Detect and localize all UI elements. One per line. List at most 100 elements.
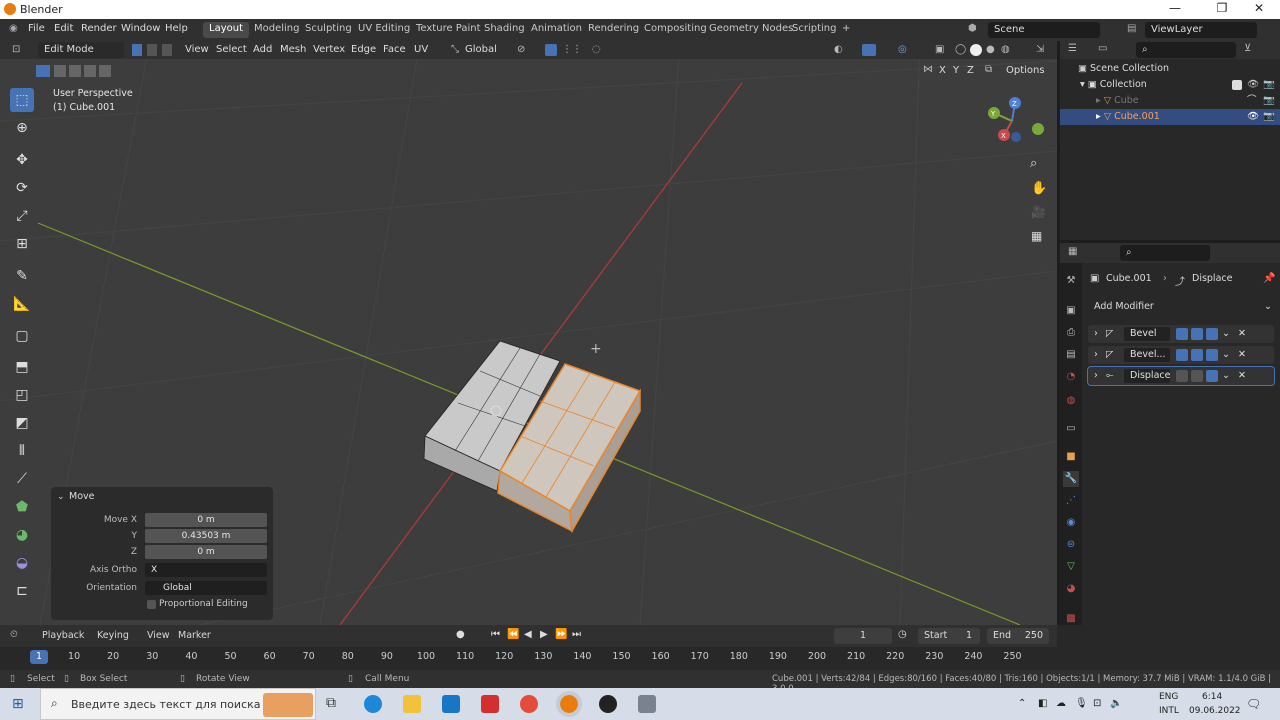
select-mode-new-icon[interactable] — [36, 65, 50, 77]
render-toggle-icon[interactable] — [1206, 328, 1218, 340]
menu-view[interactable]: View — [185, 44, 209, 55]
mirror-x-toggle[interactable]: X — [939, 65, 946, 76]
modifier-bevel-2[interactable]: › ◸ Bevel... ⌄ ✕ — [1088, 346, 1274, 364]
modifier-menu-chevron-icon[interactable]: ⌄ — [1222, 325, 1230, 343]
tab-layout[interactable]: Layout — [203, 22, 249, 38]
menu-edit[interactable]: Edit — [54, 23, 73, 34]
remove-modifier-icon[interactable]: ✕ — [1238, 325, 1246, 343]
view-layer-selector[interactable]: ViewLayer — [1145, 22, 1257, 38]
tool-spin[interactable]: ◕ — [10, 523, 34, 547]
close-button[interactable]: ✕ — [1244, 1, 1274, 15]
menu-window[interactable]: Window — [121, 23, 160, 34]
axis-ortho-dropdown[interactable]: X — [145, 563, 267, 577]
network-icon[interactable]: ⊡ — [1093, 698, 1101, 709]
maximize-button[interactable]: ❐ — [1207, 1, 1237, 15]
snap-icon[interactable] — [545, 44, 557, 56]
modifier-name-field[interactable]: Bevel — [1124, 327, 1170, 341]
chrome-icon[interactable] — [520, 695, 538, 713]
modifier-name-field[interactable]: Displace — [1124, 369, 1170, 383]
edge-select-icon[interactable] — [147, 44, 157, 56]
xray-icon[interactable]: ▣ — [935, 44, 944, 55]
collection-checkbox[interactable] — [1232, 80, 1242, 90]
perspective-grid-icon[interactable]: ▦ — [1031, 229, 1042, 243]
zoom-icon[interactable]: ⌕ — [1030, 156, 1037, 171]
face-select-icon[interactable] — [162, 44, 172, 56]
tool-add-cube[interactable]: ▢ — [10, 324, 34, 348]
render-toggle-icon[interactable] — [1206, 370, 1218, 382]
end-frame-field[interactable]: End 250 — [987, 628, 1049, 644]
remove-modifier-icon[interactable]: ✕ — [1238, 367, 1246, 385]
tool-scale[interactable]: ⤢ — [10, 204, 34, 228]
tool-smooth[interactable]: ◒ — [10, 551, 34, 575]
tab-rendering[interactable]: Rendering — [582, 22, 645, 38]
expand-chevron-icon[interactable]: ▸ — [1096, 111, 1104, 122]
tab-geometry-nodes[interactable]: Geometry Nodes — [703, 22, 799, 38]
outliner-row-cube-001[interactable]: ▸ ▽ Cube.001 👁 📷 — [1060, 109, 1280, 125]
shading-solid-icon[interactable] — [970, 44, 982, 56]
editor-type-icon[interactable]: ⊡ — [12, 44, 20, 55]
clock-date[interactable]: 09.06.2022 — [1189, 706, 1241, 716]
menu-select[interactable]: Select — [216, 44, 247, 55]
outliner-editor-icon[interactable]: ☰ — [1068, 43, 1077, 54]
scene-selector[interactable]: Scene — [988, 22, 1100, 38]
play-reverse-icon[interactable]: ◀ — [524, 629, 532, 640]
select-mode-invert-icon[interactable] — [84, 65, 96, 77]
jump-end-icon[interactable]: ⏭ — [572, 629, 581, 640]
menu-keying[interactable]: Keying — [97, 630, 129, 641]
input-language[interactable]: ENG — [1159, 692, 1178, 702]
outliner-search-input[interactable]: ⌕ — [1136, 42, 1236, 58]
move-x-field[interactable]: 0 m — [145, 513, 267, 527]
modifier-tab-icon[interactable]: 🔧 — [1063, 471, 1079, 487]
tab-sculpting[interactable]: Sculpting — [299, 22, 358, 38]
tool-poly-build[interactable]: ⬟ — [10, 495, 34, 519]
start-frame-field[interactable]: Start 1 — [918, 628, 980, 644]
tool-rotate[interactable]: ⟳ — [10, 176, 34, 200]
vertex-select-icon[interactable] — [132, 44, 142, 56]
viewport-toggle-icon[interactable] — [1191, 328, 1203, 340]
tab-scripting[interactable]: Scripting — [786, 22, 842, 38]
view-layer-tab-icon[interactable]: ▤ — [1063, 347, 1079, 363]
windows-start-icon[interactable]: ⊞ — [12, 696, 24, 712]
physics-tab-icon[interactable]: ◉ — [1063, 515, 1079, 531]
pin-icon[interactable]: 📌 — [1263, 273, 1275, 284]
expand-chevron-icon[interactable]: › — [1094, 346, 1098, 364]
cube-visibility-icon[interactable]: ⌒ — [1247, 93, 1257, 109]
mirror-y-toggle[interactable]: Y — [953, 65, 959, 76]
menu-playback[interactable]: Playback — [42, 630, 84, 641]
select-mode-extend-icon[interactable] — [54, 65, 66, 77]
window-app-icon[interactable] — [638, 695, 656, 713]
cube-render-icon[interactable]: 📷 — [1263, 93, 1275, 109]
blender-menu-icon[interactable]: ◉ — [9, 23, 18, 34]
timeline-editor-icon[interactable]: ⏲ — [10, 629, 18, 640]
proportional-edit-icon[interactable]: ◌ — [592, 44, 601, 55]
object-tab-icon[interactable]: ■ — [1063, 449, 1079, 465]
menu-edge[interactable]: Edge — [351, 44, 376, 55]
expand-chevron-icon[interactable]: › — [1094, 325, 1098, 343]
menu-vertex[interactable]: Vertex — [313, 44, 345, 55]
expand-chevron-icon[interactable]: ▾ — [1080, 79, 1088, 90]
gizmo-toggle-icon[interactable] — [862, 44, 876, 56]
shading-rendered-icon[interactable]: ◍ — [1001, 44, 1010, 55]
editmode-toggle-icon[interactable] — [1176, 349, 1188, 361]
mode-selector[interactable]: Edit Mode — [38, 42, 124, 58]
3d-viewport[interactable]: + ⊡ Edit Mode View Select Add Mesh Verte… — [0, 41, 1057, 625]
tab-animation[interactable]: Animation — [525, 22, 588, 38]
select-mode-intersect-icon[interactable] — [99, 65, 111, 77]
display-mode-icon[interactable]: ▭ — [1098, 43, 1107, 54]
visibility-icon[interactable]: ◐ — [834, 44, 843, 55]
notifications-icon[interactable]: 🗨 — [1246, 697, 1261, 711]
filter-icon[interactable]: ⊻ — [1244, 43, 1251, 54]
viewport-toggle-icon[interactable] — [1191, 370, 1203, 382]
expand-chevron-icon[interactable]: › — [1094, 367, 1098, 385]
modifier-name-field[interactable]: Bevel... — [1124, 348, 1170, 362]
pan-hand-icon[interactable]: ✋ — [1031, 181, 1047, 196]
gizmo-neg-z-icon[interactable] — [1011, 132, 1021, 142]
add-modifier-dropdown[interactable]: Add Modifier ⌄ — [1088, 299, 1274, 315]
select-mode-subtract-icon[interactable] — [69, 65, 81, 77]
record-icon[interactable]: ● — [456, 629, 465, 640]
menu-add[interactable]: Add — [253, 44, 272, 55]
collection-tab-icon[interactable]: ▭ — [1063, 421, 1079, 437]
tool-loop-cut[interactable]: ⫴ — [10, 439, 34, 463]
tool-measure[interactable]: 📐 — [10, 292, 34, 316]
remove-modifier-icon[interactable]: ✕ — [1238, 346, 1246, 364]
